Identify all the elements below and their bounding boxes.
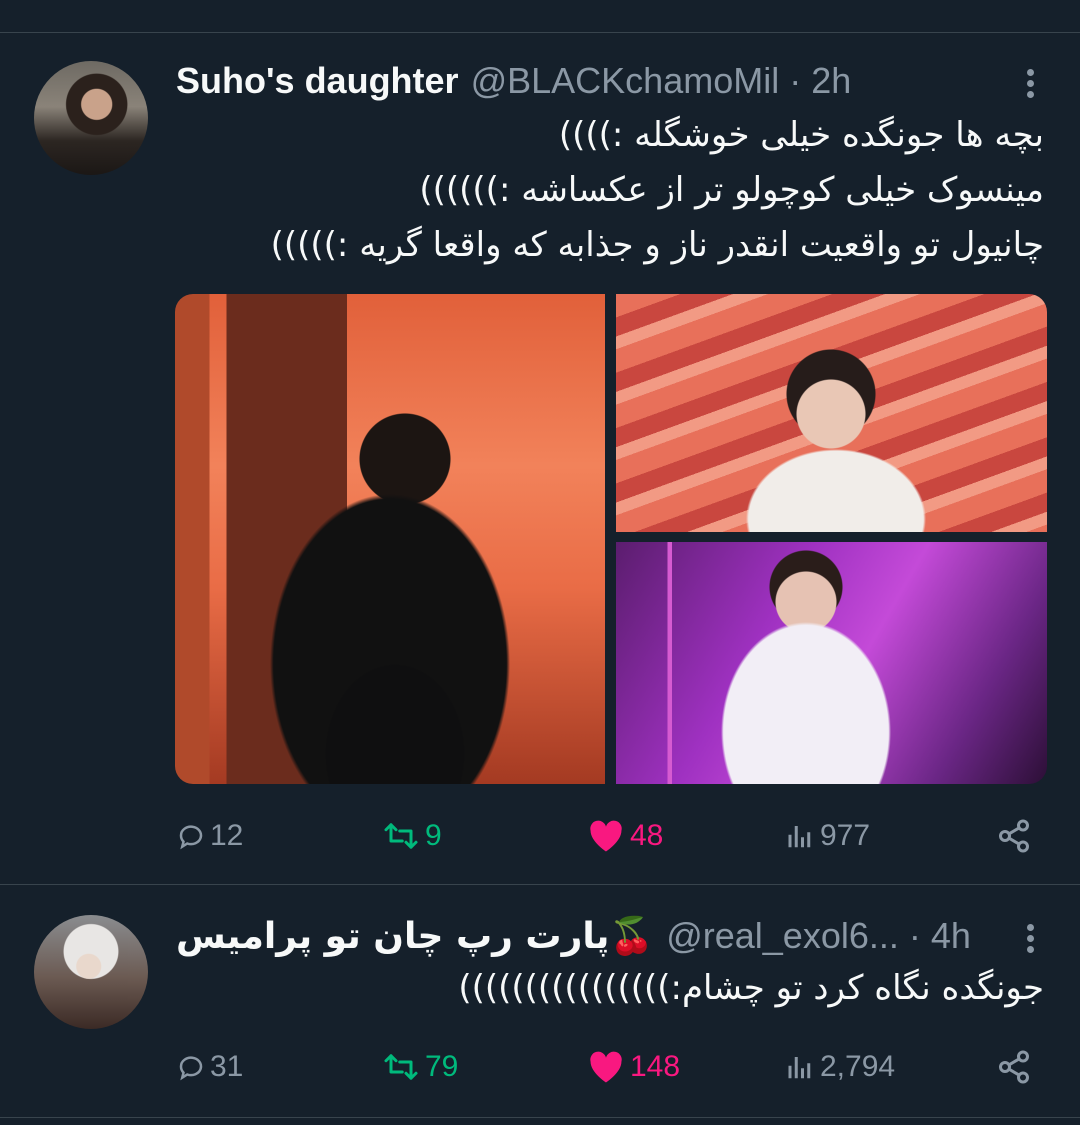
display-name[interactable]: Suho's daughter [176,60,459,102]
action-bar: 31 79 148 2,794 [176,1045,1032,1089]
tweet-text: بچه ها جونگده خیلی خوشگله :)))) مینسوک خ… [176,108,1044,273]
reply-count: 31 [210,1050,244,1083]
separator-dot: · [908,915,921,956]
timestamp[interactable]: 2h [811,60,851,102]
user-handle[interactable]: @BLACKchamoMil [471,60,780,102]
like-count: 48 [630,819,664,852]
more-icon[interactable] [1020,66,1040,98]
tweet-photo-2[interactable] [616,294,1047,532]
more-icon[interactable] [1020,921,1040,953]
tweet[interactable]: Suho's daughter @BLACKchamoMil · 2h بچه … [0,0,1080,884]
avatar[interactable] [34,61,148,175]
tweet-text-line: بچه ها جونگده خیلی خوشگله :)))) [558,115,1044,155]
share-icon [999,1050,1029,1084]
share-button[interactable] [996,814,1032,858]
retweet-count: 9 [425,819,442,852]
tweet-header: Suho's daughter @BLACKchamoMil · 2h [176,58,1040,104]
reply-button[interactable]: 31 [176,1045,243,1089]
avatar[interactable] [34,915,148,1029]
like-button[interactable]: 48 [586,814,663,858]
like-button[interactable]: 148 [586,1045,680,1089]
tweet-photo-3[interactable] [616,542,1047,784]
tweet[interactable]: پارت رپ چان تو پرامیس🍒 @real_exol6... · … [0,885,1080,1117]
action-bar: 12 9 48 977 [176,814,1032,858]
tweet-text: جونگده نگاه کرد تو چشام:)))))))))))))))) [176,961,1044,1016]
view-count: 2,794 [820,1050,896,1083]
share-button[interactable] [996,1045,1032,1089]
separator-dot: · [789,60,802,101]
reply-icon [179,825,203,850]
like-count: 148 [630,1050,681,1083]
retweet-icon [384,1054,418,1080]
retweet-button[interactable]: 9 [381,814,442,858]
tweet-text-line: جونگده نگاه کرد تو چشام:)))))))))))))))) [458,968,1044,1008]
tweet-header: پارت رپ چان تو پرامیس🍒 @real_exol6... · … [176,913,1040,959]
tweet-divider [0,1117,1080,1118]
tweet-text-line: مینسوک خیلی کوچولو تر از عکساشه :)))))) [419,170,1044,210]
retweet-button[interactable]: 79 [381,1045,458,1089]
reply-icon [179,1056,203,1081]
retweet-icon [384,823,418,849]
views-button[interactable]: 2,794 [784,1045,895,1089]
retweet-count: 79 [425,1050,459,1083]
reply-button[interactable]: 12 [176,814,243,858]
share-icon [999,819,1029,853]
view-count: 977 [820,819,871,852]
views-icon [788,1057,811,1079]
heart-icon [590,1051,622,1083]
user-handle[interactable]: @real_exol6... [666,915,899,957]
media-grid [175,294,1047,784]
display-name[interactable]: پارت رپ چان تو پرامیس🍒 [176,915,654,957]
tweet-photo-1[interactable] [175,294,605,784]
reply-count: 12 [210,819,244,852]
views-icon [788,826,811,848]
timestamp[interactable]: 4h [931,915,971,957]
heart-icon [590,820,622,852]
views-button[interactable]: 977 [784,814,870,858]
tweet-text-line: چانیول تو واقعیت انقدر ناز و جذابه که وا… [270,225,1044,265]
